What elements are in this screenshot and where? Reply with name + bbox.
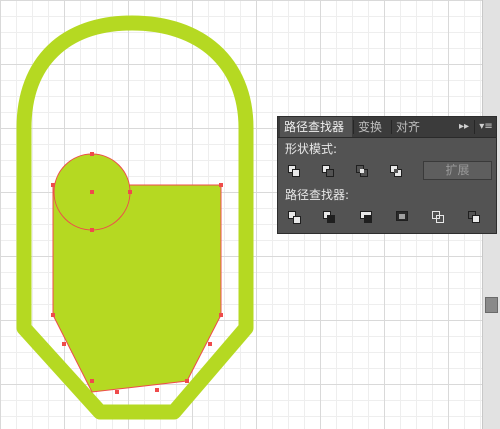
minus-front-icon[interactable] — [320, 163, 338, 179]
tab-pathfinder-label: 路径查找器 — [284, 120, 345, 134]
shape-modes-label: 形状模式: — [285, 142, 338, 156]
unite-icon[interactable] — [286, 163, 304, 179]
merge-icon[interactable] — [358, 209, 376, 225]
crop-icon[interactable] — [394, 209, 412, 225]
divide-icon[interactable] — [286, 209, 304, 225]
tab-align-label: 对齐 — [396, 120, 421, 134]
tab-pathfinder[interactable]: 路径查找器 — [280, 117, 352, 137]
trim-icon[interactable] — [320, 209, 338, 225]
tab-transform-label: 变换 — [358, 120, 383, 134]
ctrl-divider — [474, 120, 475, 134]
double-chevron-right-icon[interactable]: ▸▸ — [456, 117, 472, 137]
outline-icon[interactable] — [430, 209, 448, 225]
scrollbar-thumb[interactable] — [485, 297, 498, 313]
expand-button[interactable]: 扩展 — [423, 161, 492, 180]
tab-transform[interactable]: 变换 — [354, 117, 390, 137]
minus-back-icon[interactable] — [466, 209, 484, 225]
pathfinders-label: 路径查找器: — [285, 188, 350, 202]
panel-tab-bar: 路径查找器 变换 对齐 ▸▸ ▾≡ — [278, 117, 496, 138]
intersect-icon[interactable] — [354, 163, 372, 179]
exclude-icon[interactable] — [388, 163, 406, 179]
tab-align[interactable]: 对齐 — [392, 117, 428, 137]
panel-menu-icon[interactable]: ▾≡ — [478, 117, 494, 137]
pathfinder-panel: 路径查找器 变换 对齐 ▸▸ ▾≡ 形状模式: 扩展 路径查找器: — [277, 116, 497, 234]
